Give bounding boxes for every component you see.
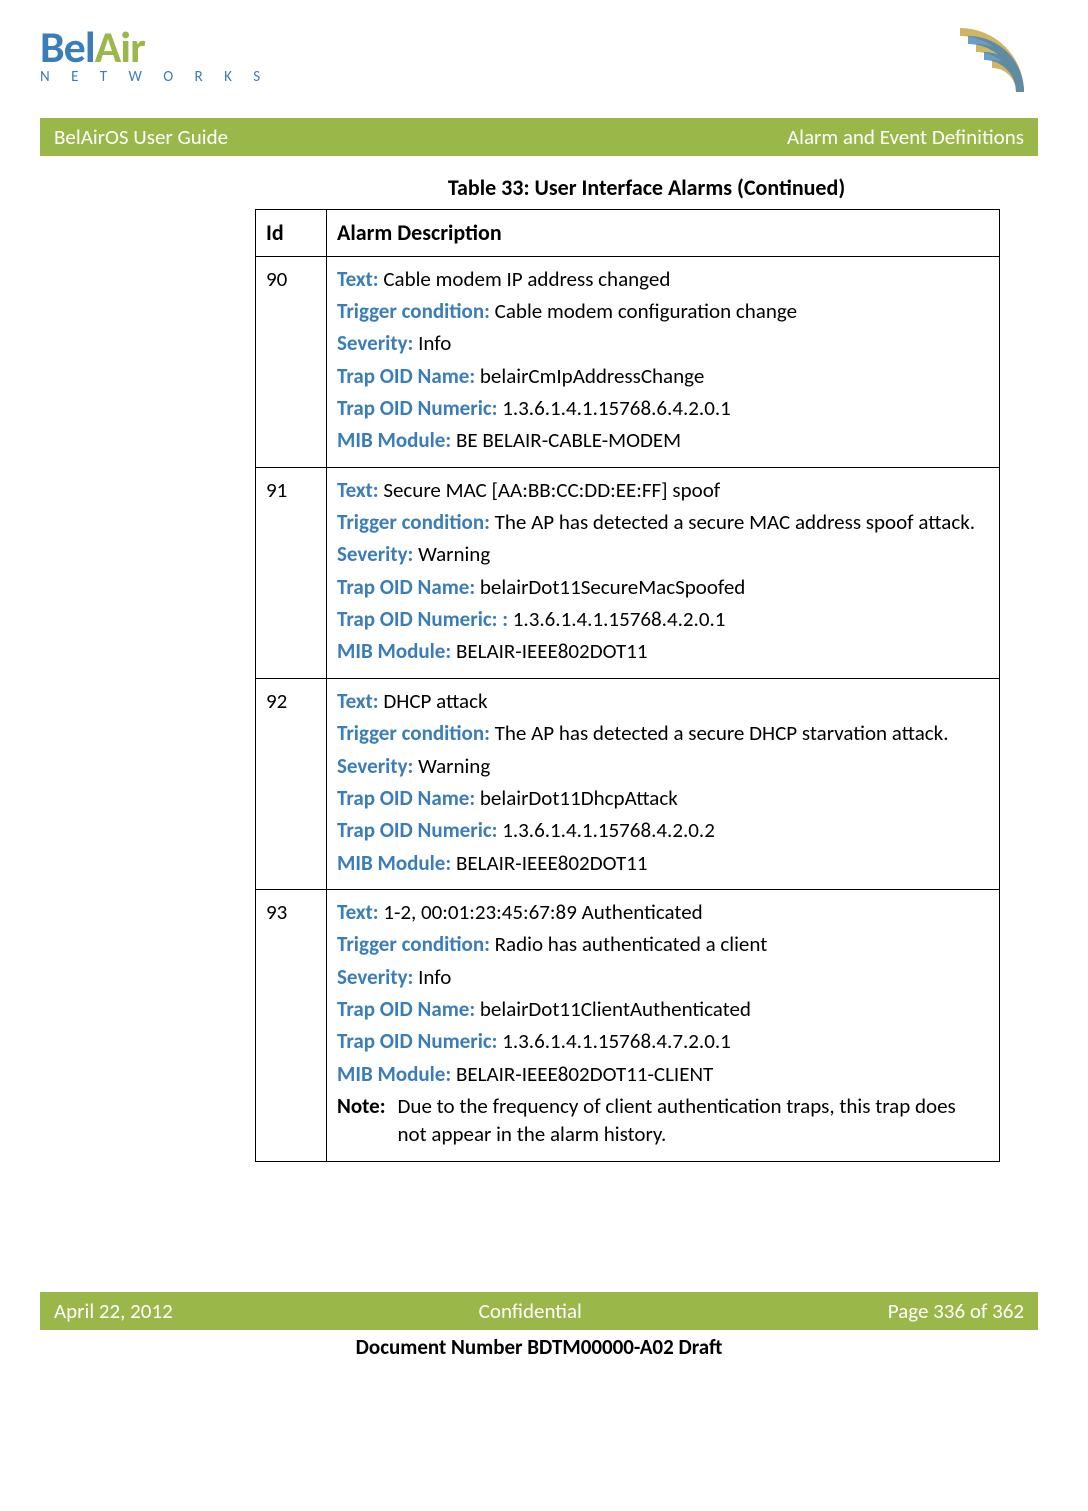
label-severity: Severity: [337,330,413,356]
table-header-row: Id Alarm Description [256,210,1000,257]
value-trigger: Radio has authenticated a client [495,931,768,957]
label-note: Note: [337,1092,386,1149]
logo-wordmark: BelAir [40,20,269,74]
belair-logo: BelAir N E T W O R K S [40,20,269,86]
table-row: 91 Text: Secure MAC [AA:BB:CC:DD:EE:FF] … [256,467,1000,678]
value-text: Cable modem IP address changed [383,266,670,292]
cell-id: 92 [256,678,327,889]
label-trigger: Trigger condition: [337,298,490,324]
cell-id: 93 [256,889,327,1161]
label-trap-num: Trap OID Numeric: [337,1028,497,1054]
logo-subtext: N E T W O R K S [40,68,269,86]
logo-text-air: Air [95,20,145,74]
label-severity: Severity: [337,964,413,990]
value-mib: BELAIR-IEEE802DOT11 [456,850,648,876]
note-row: Note: Due to the frequency of client aut… [337,1092,989,1149]
footer-date: April 22, 2012 [54,1298,173,1324]
table-caption: Table 33: User Interface Alarms (Continu… [255,174,1038,201]
title-bar: BelAirOS User Guide Alarm and Event Defi… [40,118,1038,156]
label-trap-name: Trap OID Name: [337,363,475,389]
document-number: Document Number BDTM00000-A02 Draft [40,1330,1038,1372]
label-mib: MIB Module: [337,1061,451,1087]
logo-text-bel: Bel [40,20,95,74]
footer-confidential: Confidential [479,1298,582,1324]
value-trap-name: belairDot11ClientAuthenticated [480,996,751,1022]
label-trap-num: Trap OID Numeric: [337,395,497,421]
label-trap-name: Trap OID Name: [337,996,475,1022]
label-severity: Severity: [337,753,413,779]
footer-bar: April 22, 2012 Confidential Page 336 of … [40,1292,1038,1330]
value-severity: Info [418,964,451,990]
value-mib: BELAIR-IEEE802DOT11-CLIENT [456,1061,713,1087]
value-trap-num: 1.3.6.1.4.1.15768.6.4.2.0.1 [502,395,731,421]
value-trigger: The AP has detected a secure MAC address… [495,509,975,535]
label-severity: Severity: [337,541,413,567]
value-text: Secure MAC [AA:BB:CC:DD:EE:FF] spoof [383,477,720,503]
label-text: Text: [337,899,379,925]
value-text: DHCP attack [383,688,487,714]
cell-desc: Text: DHCP attack Trigger condition: The… [327,678,1000,889]
col-header-id: Id [256,210,327,257]
label-mib: MIB Module: [337,638,451,664]
label-trigger: Trigger condition: [337,720,490,746]
value-severity: Warning [418,753,490,779]
label-mib: MIB Module: [337,427,451,453]
table-row: 93 Text: 1-2, 00:01:23:45:67:89 Authenti… [256,889,1000,1161]
value-note: Due to the frequency of client authentic… [398,1092,989,1149]
alarms-table: Id Alarm Description 90 Text: Cable mode… [255,209,1000,1162]
value-mib: BE BELAIR-CABLE-MODEM [456,427,681,453]
label-trap-num: Trap OID Numeric: : [337,606,508,632]
table-container: Table 33: User Interface Alarms (Continu… [255,174,1038,1162]
value-trap-name: belairDot11SecureMacSpoofed [480,574,745,600]
table-row: 90 Text: Cable modem IP address changed … [256,256,1000,467]
wifi-arc-icon [948,20,1038,100]
cell-id: 90 [256,256,327,467]
label-trap-name: Trap OID Name: [337,574,475,600]
label-trigger: Trigger condition: [337,931,490,957]
page: BelAir N E T W O R K S BelAirOS User Gui… [0,0,1088,1372]
cell-desc: Text: 1-2, 00:01:23:45:67:89 Authenticat… [327,889,1000,1161]
page-header: BelAir N E T W O R K S [40,20,1038,100]
value-trap-name: belairCmIpAddressChange [480,363,704,389]
value-trigger: Cable modem configuration change [495,298,797,324]
table-row: 92 Text: DHCP attack Trigger condition: … [256,678,1000,889]
guide-title: BelAirOS User Guide [54,124,228,150]
label-trigger: Trigger condition: [337,509,490,535]
label-text: Text: [337,688,379,714]
col-header-desc: Alarm Description [327,210,1000,257]
value-mib: BELAIR-IEEE802DOT11 [456,638,648,664]
cell-desc: Text: Secure MAC [AA:BB:CC:DD:EE:FF] spo… [327,467,1000,678]
cell-id: 91 [256,467,327,678]
value-severity: Info [418,330,451,356]
label-text: Text: [337,477,379,503]
value-text: 1-2, 00:01:23:45:67:89 Authenticated [383,899,702,925]
value-trap-num: 1.3.6.1.4.1.15768.4.7.2.0.1 [502,1028,731,1054]
value-severity: Warning [418,541,490,567]
value-trap-num: 1.3.6.1.4.1.15768.4.2.0.2 [502,817,715,843]
value-trigger: The AP has detected a secure DHCP starva… [495,720,949,746]
footer-page: Page 336 of 362 [888,1298,1024,1324]
label-trap-name: Trap OID Name: [337,785,475,811]
cell-desc: Text: Cable modem IP address changed Tri… [327,256,1000,467]
label-mib: MIB Module: [337,850,451,876]
value-trap-num: 1.3.6.1.4.1.15768.4.2.0.1 [513,606,726,632]
value-trap-name: belairDot11DhcpAttack [480,785,678,811]
label-trap-num: Trap OID Numeric: [337,817,497,843]
label-text: Text: [337,266,379,292]
section-title: Alarm and Event Definitions [787,124,1024,150]
